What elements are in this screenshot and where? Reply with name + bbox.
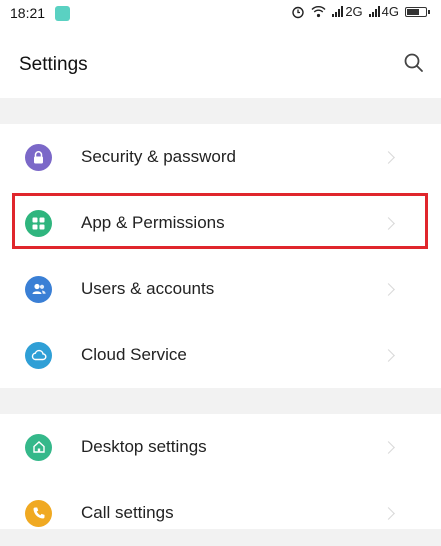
home-icon [25,433,52,461]
status-time: 18:21 [10,5,46,21]
chevron-right-icon [382,440,395,454]
settings-item-desktop[interactable]: Desktop settings [0,414,441,480]
settings-item-label: Security & password [81,147,236,166]
phone-icon [25,499,52,527]
chevron-right-icon [382,506,395,520]
settings-item-label: Users & accounts [81,279,215,298]
wifi-icon [311,6,326,18]
chevron-right-icon [382,150,395,164]
settings-group: Desktop settings Call settings [0,414,441,529]
cloud-icon [25,341,52,369]
settings-item-label: App & Permissions [81,213,225,232]
network-4g-label: 4G [381,4,399,19]
page-title: Settings [19,54,88,75]
alarm-icon [292,6,305,18]
chevron-right-icon [382,216,395,230]
status-bar: 18:21 2G 4G [0,0,441,28]
settings-item-users-accounts[interactable]: Users & accounts [0,256,441,322]
users-icon [25,275,52,303]
chevron-right-icon [382,348,395,362]
lock-icon [25,143,52,171]
section-divider [0,388,441,414]
section-divider [0,98,441,124]
network-2g-label: 2G [345,4,363,19]
signal-bars-icon [332,6,344,17]
chevron-right-icon [382,282,395,296]
signal-bars-icon [368,6,380,17]
settings-item-label: Cloud Service [81,345,187,364]
apps-grid-icon [25,209,52,237]
notification-app-icon [55,6,70,21]
battery-icon [405,6,430,17]
settings-item-security[interactable]: Security & password [0,124,441,190]
settings-group: Security & password App & Permissions Us… [0,124,441,388]
app-header: Settings [0,28,441,98]
settings-item-cloud-service[interactable]: Cloud Service [0,322,441,388]
settings-item-label: Desktop settings [81,437,207,456]
settings-item-call[interactable]: Call settings [0,480,441,546]
settings-item-app-permissions[interactable]: App & Permissions [0,190,441,256]
search-button[interactable] [401,50,427,76]
status-indicators: 2G 4G [291,4,430,19]
settings-item-label: Call settings [81,503,174,522]
search-icon [404,53,423,72]
